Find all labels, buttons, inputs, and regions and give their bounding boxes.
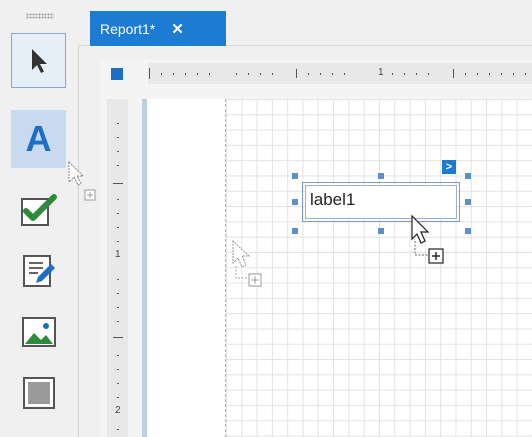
hruler-mark-1: 1 [378, 67, 384, 78]
smart-tag-button[interactable]: > [442, 160, 456, 174]
report-margin [147, 99, 225, 437]
resize-handle-e[interactable] [465, 199, 471, 205]
edit-text-icon [22, 254, 55, 287]
horizontal-ruler-ticks [149, 68, 526, 79]
tab-report1[interactable]: Report1* ✕ [90, 11, 226, 46]
vruler-mark-1: 1 [115, 249, 121, 260]
tool-picturebox[interactable] [11, 304, 66, 359]
picture-icon [21, 316, 56, 347]
ruler-corner-icon[interactable] [111, 68, 123, 80]
toolbox-panel: A [0, 0, 96, 437]
horizontal-ruler: 1 [148, 63, 532, 84]
resize-handle-n[interactable] [378, 173, 384, 179]
tab-title: Report1* [100, 20, 156, 37]
label-A-icon: A [25, 118, 52, 159]
report-design-surface[interactable] [225, 99, 532, 437]
drag-cursor-icon [68, 160, 96, 201]
toolbox-grip[interactable] [26, 13, 54, 19]
tool-checkbox[interactable] [11, 182, 66, 237]
tool-pointer[interactable] [11, 33, 66, 88]
vertical-ruler-ticks [113, 123, 123, 430]
tool-richtext[interactable] [11, 243, 66, 298]
resize-handle-w[interactable] [292, 199, 298, 205]
pointer-icon [31, 48, 47, 73]
resize-handle-sw[interactable] [292, 228, 298, 234]
ghost-cursor-icon [232, 239, 262, 287]
tool-panel[interactable] [11, 365, 66, 420]
resize-handle-nw[interactable] [292, 173, 298, 179]
resize-handle-ne[interactable] [465, 173, 471, 179]
resize-handle-se[interactable] [465, 228, 471, 234]
panel-icon [22, 376, 55, 409]
tab-close-icon[interactable]: ✕ [171, 20, 184, 38]
checkbox-icon [20, 193, 57, 226]
tool-label[interactable]: A [11, 110, 66, 168]
vertical-ruler: 1 2 [107, 99, 128, 437]
resize-handle-s[interactable] [378, 228, 384, 234]
vruler-mark-2: 2 [115, 405, 121, 416]
move-cursor-icon [411, 214, 444, 264]
